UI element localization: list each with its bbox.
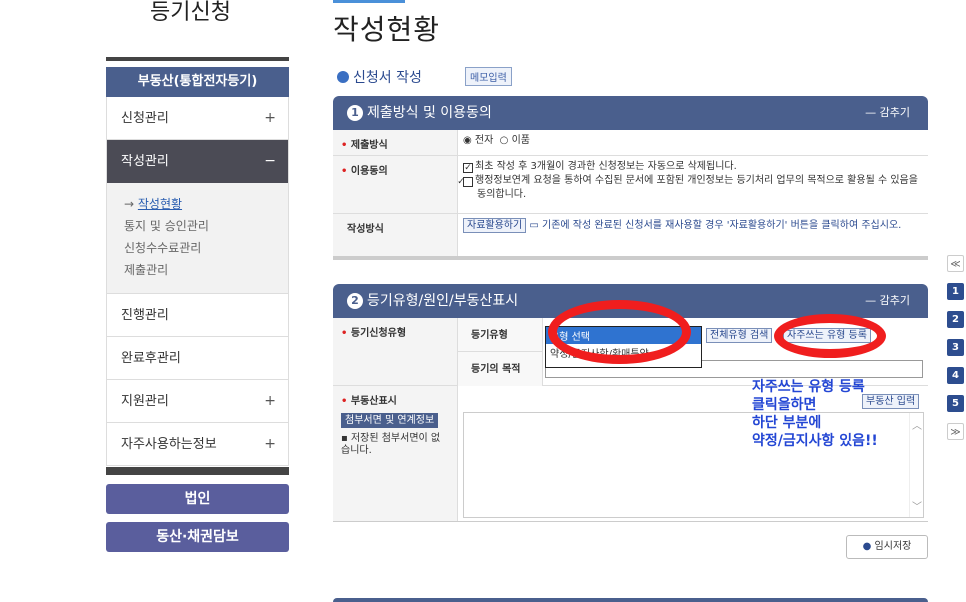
page-title: 작성현황 [333,13,441,46]
collapse-button[interactable]: — 감추기 [865,96,910,130]
row-write-method: 작성방식 자료활용하기 ▭ 기존에 작성 완료된 신청서를 재사용할 경우 '자… [333,214,928,260]
sidebar-item-progress[interactable]: 진행관리 [107,294,288,337]
registration-type-label: 등기유형 [471,330,508,341]
sidebar-category[interactable]: 부동산(통합전자등기) [106,67,289,97]
all-types-search-button[interactable]: 전체유형 검색 [706,328,773,343]
plus-icon[interactable]: + [264,423,276,466]
registration-purpose-label: 등기의 목적 [471,364,521,375]
sidebar-subitem-submit[interactable]: 제출관리 [119,259,288,281]
next-panel-header [333,598,928,602]
sidebar-item-apply-mgmt[interactable]: 신청관리 + [107,97,288,140]
sidebar-item-favorites[interactable]: 자주사용하는정보 + [107,423,288,466]
bullet-icon [337,71,349,83]
page-4-button[interactable]: 4 [947,367,964,384]
step-number: 1 [347,105,363,121]
sidebar-subitem-notice[interactable]: 통지 및 승인관리 [119,215,288,237]
memo-button[interactable]: 메모입력 [465,67,512,86]
movable-bond-button[interactable]: 동산·채권담보 [106,522,289,552]
plus-icon[interactable]: + [264,97,276,140]
consent-checkbox-1[interactable]: ✓ [463,163,473,173]
radio-paper[interactable]: ○ 이품 [500,135,530,146]
row-submit-method: • 제출방식 ◉ 전자 ○ 이품 [333,130,928,156]
arrow-icon: ▭ [529,220,539,231]
temp-save-button[interactable]: ● 임시저장 [846,535,928,559]
consent-checkbox-2[interactable]: ✓ [457,177,473,187]
minus-icon[interactable]: − [264,140,276,183]
attachment-button[interactable]: 첨부서면 및 연계정보 [341,413,439,428]
circle-icon: ● [862,541,872,552]
page-5-button[interactable]: 5 [947,395,964,412]
page-up-icon[interactable]: ≪ [947,255,964,272]
step-number: 2 [347,293,363,309]
page-2-button[interactable]: 2 [947,311,964,328]
page-down-icon[interactable]: ≫ [947,423,964,440]
divider [106,467,289,475]
sidebar-menu: 신청관리 + 작성관리 − → 작성현황 통지 및 승인관리 신청수수료관리 제출관… [106,97,289,466]
radio-electronic[interactable]: ◉ 전자 [463,135,493,146]
sidebar-subitem-current[interactable]: → 작성현황 [119,193,288,215]
section-title: 신청서 작성 [337,67,422,87]
plus-icon[interactable]: + [264,380,276,423]
saved-attachment-note: ▪ 저장된 첨부서면이 없습니다. [341,433,441,456]
scroll-down-icon[interactable]: ﹀ [912,498,922,513]
sidebar-submenu: → 작성현황 통지 및 승인관리 신청수수료관리 제출관리 [107,183,288,294]
page-1-button[interactable]: 1 [947,283,964,300]
sidebar-subitem-fee[interactable]: 신청수수료관리 [119,237,288,259]
sidebar-item-post-complete[interactable]: 완료후관리 [107,337,288,380]
divider [106,57,289,61]
sidebar-title: 등기신청 [150,0,231,25]
sidebar-item-support[interactable]: 지원관리 + [107,380,288,423]
corporate-button[interactable]: 법인 [106,484,289,514]
row-consent: • 이용동의 ✓ 최초 작성 후 3개월이 경과한 신청정보는 자동으로 삭제됩니… [333,156,928,214]
collapse-button[interactable]: — 감추기 [865,284,910,318]
scroll-up-icon[interactable]: ︿ [912,417,922,432]
page-3-button[interactable]: 3 [947,339,964,356]
sidebar-item-write-mgmt[interactable]: 작성관리 − [107,140,288,183]
panel-submit-consent-header: 1 제출방식 및 이용동의 — 감추기 [333,96,928,130]
reuse-data-button[interactable]: 자료활용하기 [463,218,527,233]
title-accent [333,0,405,3]
annotation-note: 자주쓰는 유형 등록 클릭을하면 하단 부분에 약정/금지사항 있음!! [752,379,878,449]
annotation-oval [548,300,691,364]
scrollbar[interactable]: ︿ ﹀ [909,413,923,517]
annotation-oval [774,314,886,358]
